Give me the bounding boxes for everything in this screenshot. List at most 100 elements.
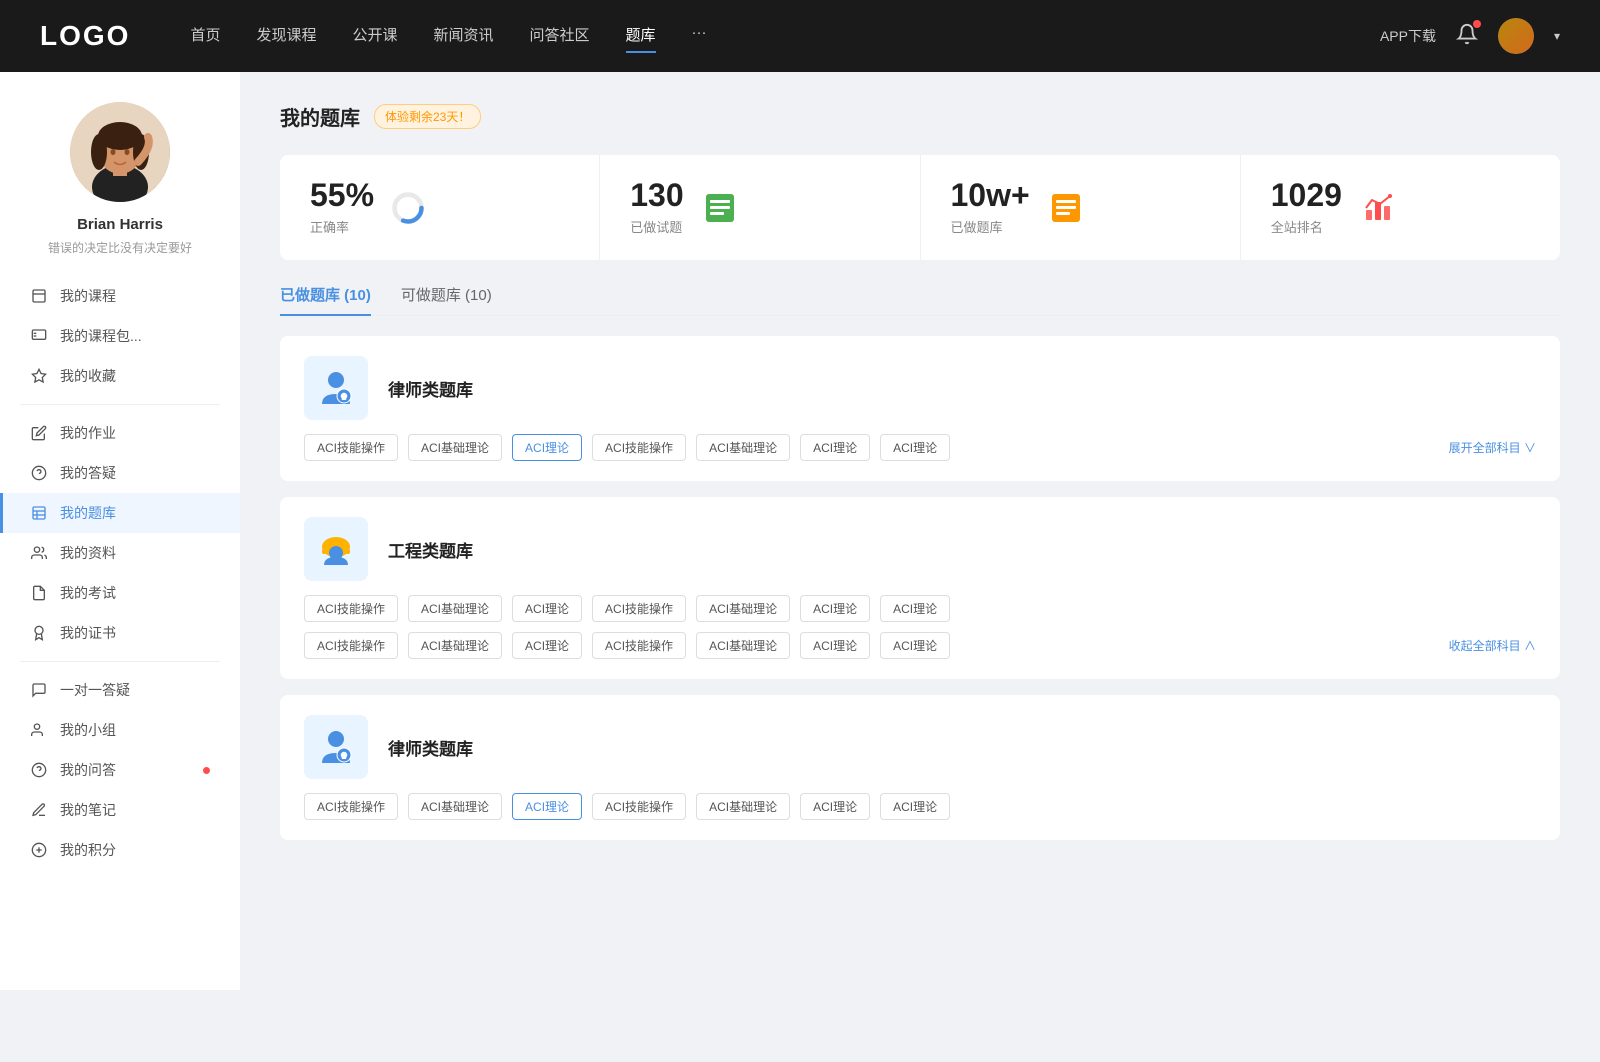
stat-accuracy-text: 55% 正确率 xyxy=(310,179,374,236)
tag-3-1[interactable]: ACI基础理论 xyxy=(408,793,502,820)
tag-2-r2-5[interactable]: ACI理论 xyxy=(800,632,870,659)
sidebar-item-notes[interactable]: 我的笔记 xyxy=(0,790,240,830)
nav-links: 首页 发现课程 公开课 新闻资讯 问答社区 题库 ··· xyxy=(190,24,1380,49)
homework-icon xyxy=(30,424,48,442)
trial-badge: 体验剩余23天！ xyxy=(374,104,481,129)
tag-2-r2-4[interactable]: ACI基础理论 xyxy=(696,632,790,659)
accuracy-icon xyxy=(390,190,426,226)
tag-1-3[interactable]: ACI技能操作 xyxy=(592,434,686,461)
sidebar-label-homework: 我的作业 xyxy=(60,423,116,443)
notification-badge xyxy=(1473,20,1481,28)
page-header: 我的题库 体验剩余23天！ xyxy=(280,102,1560,131)
sidebar-item-qbank[interactable]: 我的题库 xyxy=(0,493,240,533)
sidebar-item-exam[interactable]: 我的考试 xyxy=(0,573,240,613)
stat-ranking-label: 全站排名 xyxy=(1271,217,1342,236)
sidebar-divider-2 xyxy=(20,661,220,662)
tag-2-4[interactable]: ACI基础理论 xyxy=(696,595,790,622)
tag-1-2[interactable]: ACI理论 xyxy=(512,434,582,461)
qbank-card-2-header: 工程类题库 xyxy=(304,517,1536,581)
logo: LOGO xyxy=(40,20,130,52)
notes-icon xyxy=(30,801,48,819)
qbank-card-1-header: 律师类题库 xyxy=(304,356,1536,420)
sidebar-label-favorites: 我的收藏 xyxy=(60,366,116,386)
qbank-tags-2-row1: ACI技能操作 ACI基础理论 ACI理论 ACI技能操作 ACI基础理论 AC… xyxy=(304,595,1536,622)
sidebar-label-myqa: 我的问答 xyxy=(60,760,116,780)
sidebar-item-qa[interactable]: 我的答疑 xyxy=(0,453,240,493)
nav-opencourse[interactable]: 公开课 xyxy=(352,24,397,49)
stat-banks-text: 10w+ 已做题库 xyxy=(951,179,1030,236)
qbank-card-3-header: 律师类题库 xyxy=(304,715,1536,779)
tag-2-r2-6[interactable]: ACI理论 xyxy=(880,632,950,659)
tag-2-1[interactable]: ACI基础理论 xyxy=(408,595,502,622)
tag-1-4[interactable]: ACI基础理论 xyxy=(696,434,790,461)
navbar: LOGO 首页 发现课程 公开课 新闻资讯 问答社区 题库 ··· APP下载 … xyxy=(0,0,1600,72)
tag-3-4[interactable]: ACI基础理论 xyxy=(696,793,790,820)
user-avatar-nav[interactable] xyxy=(1498,18,1534,54)
user-menu-chevron[interactable]: ▾ xyxy=(1554,29,1560,43)
tag-3-5[interactable]: ACI理论 xyxy=(800,793,870,820)
app-download-link[interactable]: APP下载 xyxy=(1380,26,1436,46)
tag-2-2[interactable]: ACI理论 xyxy=(512,595,582,622)
qbank-tags-3: ACI技能操作 ACI基础理论 ACI理论 ACI技能操作 ACI基础理论 AC… xyxy=(304,793,1536,820)
tag-1-1[interactable]: ACI基础理论 xyxy=(408,434,502,461)
qbank-avatar-engineer xyxy=(304,517,368,581)
tag-1-0[interactable]: ACI技能操作 xyxy=(304,434,398,461)
tag-3-0[interactable]: ACI技能操作 xyxy=(304,793,398,820)
sidebar-item-favorites[interactable]: 我的收藏 xyxy=(0,356,240,396)
qbank-avatar-lawyer-1 xyxy=(304,356,368,420)
sidebar-item-certificate[interactable]: 我的证书 xyxy=(0,613,240,653)
sidebar-item-materials[interactable]: 我的资料 xyxy=(0,533,240,573)
nav-more[interactable]: ··· xyxy=(692,24,707,49)
stat-accuracy-label: 正确率 xyxy=(310,217,374,236)
tag-2-r2-3[interactable]: ACI技能操作 xyxy=(592,632,686,659)
sidebar-item-homework[interactable]: 我的作业 xyxy=(0,413,240,453)
tag-1-5[interactable]: ACI理论 xyxy=(800,434,870,461)
tag-2-6[interactable]: ACI理论 xyxy=(880,595,950,622)
tabs-row: 已做题库 (10) 可做题库 (10) xyxy=(280,284,1560,316)
tag-2-r2-0[interactable]: ACI技能操作 xyxy=(304,632,398,659)
avatar-image xyxy=(1498,18,1534,54)
tag-2-r2-1[interactable]: ACI基础理论 xyxy=(408,632,502,659)
stat-questions-label: 已做试题 xyxy=(630,217,683,236)
stat-accuracy-value: 55% xyxy=(310,179,374,211)
certificate-icon xyxy=(30,624,48,642)
qa-notification-dot xyxy=(203,767,210,774)
materials-icon xyxy=(30,544,48,562)
nav-discover[interactable]: 发现课程 xyxy=(256,24,316,49)
collapse-link-2[interactable]: 收起全部科目 ∧ xyxy=(1449,637,1536,654)
tag-3-2[interactable]: ACI理论 xyxy=(512,793,582,820)
engineer-icon xyxy=(314,527,358,571)
tab-available-banks[interactable]: 可做题库 (10) xyxy=(401,284,492,315)
nav-home[interactable]: 首页 xyxy=(190,24,220,49)
sidebar-item-course[interactable]: 我的课程 xyxy=(0,276,240,316)
tag-3-3[interactable]: ACI技能操作 xyxy=(592,793,686,820)
stat-ranking-value: 1029 xyxy=(1271,179,1342,211)
ranking-icon xyxy=(1358,188,1398,228)
sidebar-label-package: 我的课程包... xyxy=(60,326,142,346)
sidebar-item-tutoring[interactable]: 一对一答疑 xyxy=(0,670,240,710)
tab-done-banks[interactable]: 已做题库 (10) xyxy=(280,284,371,315)
sidebar-item-package[interactable]: 我的课程包... xyxy=(0,316,240,356)
tag-2-0[interactable]: ACI技能操作 xyxy=(304,595,398,622)
tag-1-6[interactable]: ACI理论 xyxy=(880,434,950,461)
sidebar-label-notes: 我的笔记 xyxy=(60,800,116,820)
lawyer-icon-2 xyxy=(314,725,358,769)
nav-news[interactable]: 新闻资讯 xyxy=(434,24,494,49)
myqa-icon xyxy=(30,761,48,779)
notification-bell[interactable] xyxy=(1456,23,1478,50)
tag-2-3[interactable]: ACI技能操作 xyxy=(592,595,686,622)
tutoring-icon xyxy=(30,681,48,699)
expand-link-1[interactable]: 展开全部科目 ∨ xyxy=(1449,439,1536,456)
tag-2-r2-2[interactable]: ACI理论 xyxy=(512,632,582,659)
tag-3-6[interactable]: ACI理论 xyxy=(880,793,950,820)
sidebar-item-points[interactable]: 我的积分 xyxy=(0,830,240,870)
nav-qa[interactable]: 问答社区 xyxy=(530,24,590,49)
stat-banks: 10w+ 已做题库 xyxy=(921,155,1241,260)
stat-questions-text: 130 已做试题 xyxy=(630,179,683,236)
nav-qbank[interactable]: 题库 xyxy=(626,24,656,49)
sidebar-item-groups[interactable]: 我的小组 xyxy=(0,710,240,750)
questions-icon xyxy=(700,188,740,228)
sidebar-item-myqa[interactable]: 我的问答 xyxy=(0,750,240,790)
tag-2-5[interactable]: ACI理论 xyxy=(800,595,870,622)
sidebar-label-tutoring: 一对一答疑 xyxy=(60,680,130,700)
